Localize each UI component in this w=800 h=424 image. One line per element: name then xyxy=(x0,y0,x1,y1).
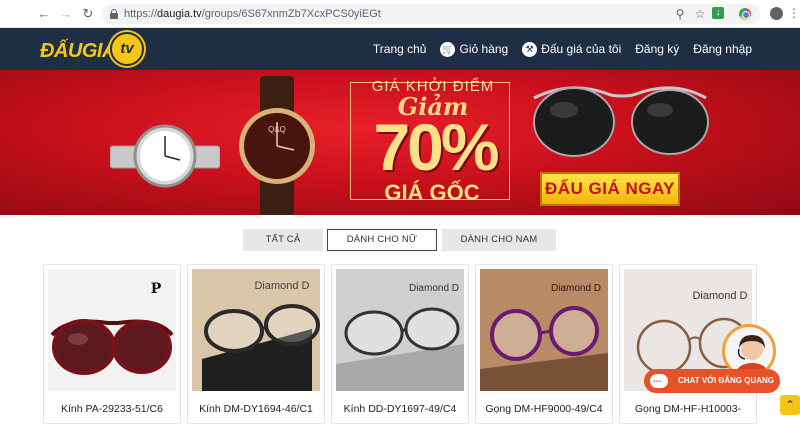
browser-toolbar: ← → ↻ https://daugia.tv/groups/6S67xnmZb… xyxy=(0,0,800,28)
nav-login[interactable]: Đăng nhập xyxy=(693,42,752,56)
product-card[interactable]: Diamond D Kính DD-DY1697-49/C4 xyxy=(331,264,469,424)
brand-logo-text: Diamond D xyxy=(409,283,459,294)
brand-logo-text: Diamond D xyxy=(692,290,747,302)
chevron-up-icon: ⌃ xyxy=(784,398,796,412)
tab-women[interactable]: DÀNH CHO NỮ xyxy=(327,229,437,251)
product-card[interactable]: Diamond D Kính DM-DY1694-46/C1 xyxy=(187,264,325,424)
chat-bubble-icon xyxy=(650,368,668,392)
chat-button[interactable]: CHAT VỚI ĐĂNG QUANG xyxy=(644,368,780,393)
product-title[interactable]: Kính DM-DY1694-46/C1 xyxy=(188,403,324,415)
product-title[interactable]: Kính DD-DY1697-49/C4 xyxy=(332,403,468,415)
main-nav: Trang chủ 🛒 Giỏ hàng ⚒ Đấu giá của tôi Đăn… xyxy=(359,28,752,70)
product-image[interactable]: Diamond D xyxy=(192,269,320,391)
extension-icon[interactable]: ↓ xyxy=(712,7,724,19)
brand-logo-text: Diamond D xyxy=(551,283,601,294)
promo-banner[interactable]: Q&Q GIÁ KHỞI ĐIỂM Giảm 70% GIÁ GỐC ĐẤU G… xyxy=(0,70,800,215)
scroll-top-button[interactable]: ⌃ xyxy=(780,395,800,415)
lock-icon[interactable] xyxy=(110,9,118,19)
product-image[interactable]: P xyxy=(48,269,176,391)
nav-register[interactable]: Đăng ký xyxy=(635,42,679,56)
product-image[interactable]: Diamond D xyxy=(480,269,608,391)
site-logo[interactable]: ĐẤUGIÁ. tv xyxy=(40,32,150,66)
logo-text: ĐẤUGIÁ. xyxy=(40,40,121,62)
leather-watch-image: Q&Q xyxy=(239,76,315,215)
product-title[interactable]: Gọng DM-HF-H10003- xyxy=(620,403,756,415)
key-icon[interactable]: ⚲ xyxy=(672,6,688,22)
banner-percent: 70% xyxy=(373,110,499,184)
product-title[interactable]: Gọng DM-HF9000-49/C4 xyxy=(476,403,612,415)
logo-badge: tv xyxy=(110,32,144,66)
back-icon[interactable]: ← xyxy=(36,6,52,22)
cart-icon: 🛒 xyxy=(440,41,456,57)
sunglasses-image xyxy=(533,86,709,157)
forward-icon[interactable]: → xyxy=(58,6,74,22)
brand-logo-text: P xyxy=(151,281,162,297)
bid-now-button[interactable]: ĐẤU GIÁ NGAY xyxy=(540,172,680,206)
nav-my-auctions[interactable]: ⚒ Đấu giá của tôi xyxy=(522,41,621,57)
tab-men[interactable]: DÀNH CHO NAM xyxy=(442,229,556,251)
product-card[interactable]: Diamond D Gọng DM-HF9000-49/C4 xyxy=(475,264,613,424)
nav-cart[interactable]: 🛒 Giỏ hàng xyxy=(440,41,508,57)
chrome-icon[interactable] xyxy=(739,8,751,20)
gavel-icon: ⚒ xyxy=(522,41,538,57)
site-header: ĐẤUGIÁ. tv Trang chủ 🛒 Giỏ hàng ⚒ Đấu giá … xyxy=(0,28,800,70)
mesh-watch-image xyxy=(110,124,220,188)
tab-all[interactable]: TẤT CẢ xyxy=(243,229,323,251)
nav-home[interactable]: Trang chủ xyxy=(373,42,427,56)
brand-logo-text: Diamond D xyxy=(254,280,309,292)
address-bar[interactable]: https://daugia.tv/groups/6S67xnmZb7XcxPC… xyxy=(102,4,760,24)
profile-icon[interactable] xyxy=(770,7,783,20)
product-card[interactable]: P Kính PA-29233-51/C6 xyxy=(43,264,181,424)
star-icon[interactable]: ☆ xyxy=(692,6,708,22)
url-text[interactable]: https://daugia.tv/groups/6S67xnmZb7XcxPC… xyxy=(124,7,381,21)
product-image[interactable]: Diamond D xyxy=(336,269,464,391)
banner-line3: GIÁ GỐC xyxy=(384,180,480,205)
menu-icon[interactable]: ⋮ xyxy=(786,5,800,21)
reload-icon[interactable]: ↻ xyxy=(80,6,96,22)
product-title[interactable]: Kính PA-29233-51/C6 xyxy=(44,403,180,415)
